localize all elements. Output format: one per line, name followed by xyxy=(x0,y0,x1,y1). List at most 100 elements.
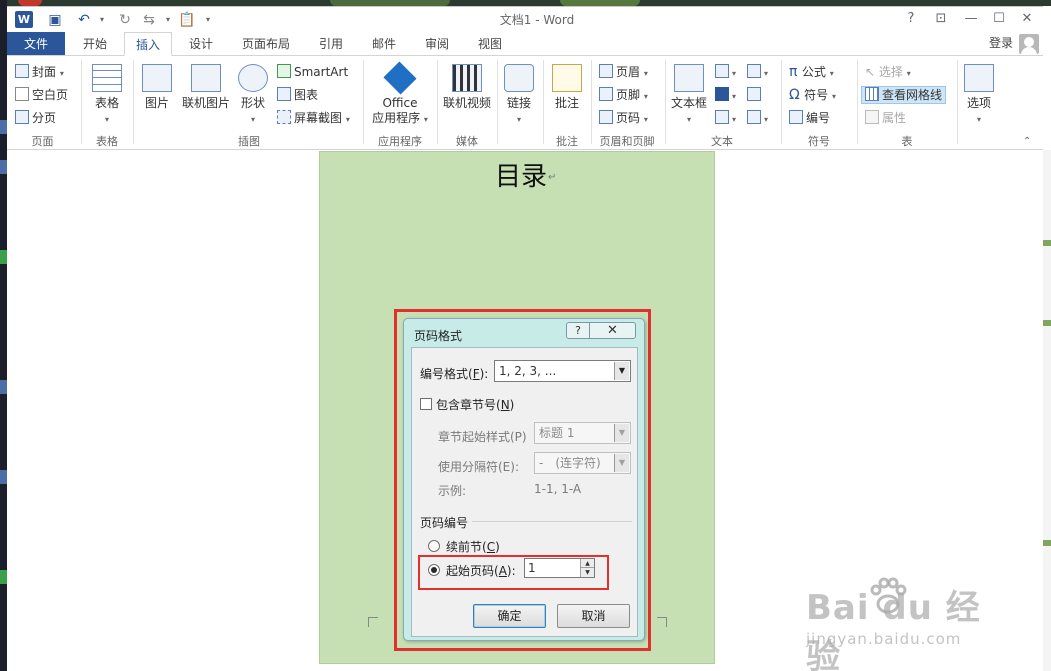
page-number-format-dialog: 页码格式 ? ✕ 编号格式(F): 1, 2, 3, ... ▼ 包含章节号(N… xyxy=(403,318,645,641)
page-break-button[interactable]: 分页 xyxy=(15,110,56,126)
drop-cap-button[interactable]: ▾ xyxy=(715,110,736,128)
desktop-icon xyxy=(0,250,7,264)
table-button[interactable]: 表格 ▾ xyxy=(87,64,127,127)
symbol-button[interactable]: Ω 符号 ▾ xyxy=(789,87,836,105)
include-chapter-label: 包含章节号(N) xyxy=(436,398,515,412)
watermark-main-text: Bai du 经验 xyxy=(806,588,981,671)
smartart-button[interactable]: SmartArt xyxy=(277,64,348,80)
dropdown-arrow-icon[interactable]: ▼ xyxy=(614,362,629,380)
crop-mark xyxy=(368,617,378,627)
minimize-button[interactable]: — xyxy=(957,9,985,29)
object-button[interactable]: ▾ xyxy=(747,110,768,128)
pi-icon: π xyxy=(789,64,802,80)
tab-home[interactable]: 开始 xyxy=(71,32,119,56)
comment-button[interactable]: 批注 xyxy=(547,64,587,111)
shapes-button[interactable]: 形状 ▾ xyxy=(235,64,271,127)
quick-parts-button[interactable]: ▾ xyxy=(715,64,736,82)
screenshot-button[interactable]: 屏幕截图 ▾ xyxy=(277,110,350,128)
collapse-ribbon-icon[interactable]: ⌃ xyxy=(1023,134,1031,150)
wordart-button[interactable]: ▾ xyxy=(715,87,736,105)
quick-parts-icon xyxy=(715,64,729,78)
group-separator xyxy=(437,60,438,144)
group-separator xyxy=(665,60,666,144)
group-separator xyxy=(81,60,82,144)
office-apps-button[interactable]: Office 应用程序 ▾ xyxy=(367,61,433,127)
ribbon-tabs: 文件 开始 插入 设计 页面布局 引用 邮件 审阅 视图 登录 xyxy=(7,32,1043,56)
tab-review[interactable]: 审阅 xyxy=(413,32,461,56)
ok-button[interactable]: 确定 xyxy=(473,604,546,628)
tab-layout[interactable]: 页面布局 xyxy=(233,32,299,56)
tab-view[interactable]: 视图 xyxy=(466,32,514,56)
view-gridlines-button[interactable]: 查看网格线 xyxy=(861,86,947,104)
include-chapter-checkbox[interactable] xyxy=(420,398,432,410)
online-video-icon xyxy=(452,64,482,92)
customize-qat-icon[interactable]: ▾ xyxy=(203,10,213,30)
maximize-button[interactable]: ☐ xyxy=(985,9,1013,29)
blank-page-button[interactable]: 空白页 xyxy=(15,87,68,103)
header-button[interactable]: 页眉 ▾ xyxy=(599,64,648,82)
object-icon xyxy=(747,110,761,124)
undo-dropdown-icon[interactable]: ▾ xyxy=(97,10,107,30)
dropdown-arrow-icon[interactable]: ▼ xyxy=(614,424,629,442)
tab-insert[interactable]: 插入 xyxy=(124,32,172,56)
drop-cap-icon xyxy=(715,110,729,124)
page-number-button[interactable]: 页码 ▾ xyxy=(599,110,648,128)
repeat-icon[interactable]: ⇆ xyxy=(137,10,161,30)
login-link[interactable]: 登录 xyxy=(989,32,1013,54)
desktop-mark xyxy=(1043,240,1051,246)
undo-icon[interactable]: ↶ xyxy=(73,10,95,30)
online-video-button[interactable]: 联机视频 xyxy=(441,64,493,111)
continue-radio[interactable] xyxy=(428,540,440,552)
date-time-button[interactable] xyxy=(747,87,764,103)
separator-select[interactable]: - (连字符) ▼ xyxy=(534,452,631,474)
chapter-style-label: 章节起始样式(P) xyxy=(438,430,527,444)
ribbon-display-button[interactable]: ⊡ xyxy=(927,9,955,29)
group-separator xyxy=(133,60,134,144)
tab-design[interactable]: 设计 xyxy=(177,32,225,56)
word-logo-icon: W xyxy=(15,11,33,28)
chart-button[interactable]: 图表 xyxy=(277,87,318,103)
dropdown-arrow-icon[interactable]: ▼ xyxy=(614,454,629,472)
tab-file[interactable]: 文件 xyxy=(7,32,65,56)
equation-button[interactable]: π 公式 ▾ xyxy=(789,64,834,82)
select-button[interactable]: ↖ 选择 ▾ xyxy=(865,64,911,82)
group-label-table: 表格 xyxy=(96,135,118,148)
blank-page-icon xyxy=(15,87,29,101)
save-icon[interactable]: ▣ xyxy=(45,10,65,30)
cover-page-button[interactable]: 封面 ▾ xyxy=(15,64,64,82)
cancel-button[interactable]: 取消 xyxy=(557,604,630,628)
online-picture-button[interactable]: 联机图片 xyxy=(179,64,233,111)
help-button[interactable]: ? xyxy=(897,9,925,29)
number-format-select[interactable]: 1, 2, 3, ... ▼ xyxy=(494,360,631,382)
group-label-table-tools: 表 xyxy=(901,135,913,148)
dialog-close-button[interactable]: ✕ xyxy=(590,322,636,339)
close-button[interactable]: ✕ xyxy=(1013,9,1041,29)
picture-button[interactable]: 图片 xyxy=(139,64,175,111)
textbox-button[interactable]: 文本框 ▾ xyxy=(667,64,711,127)
signature-line-button[interactable]: ▾ xyxy=(747,64,768,82)
desktop-icon xyxy=(0,160,7,174)
number-format-label: 编号格式(F): xyxy=(420,367,489,381)
tab-references[interactable]: 引用 xyxy=(307,32,355,56)
header-icon xyxy=(599,64,613,78)
repeat-dropdown-icon[interactable]: ▾ xyxy=(163,10,173,30)
window-title: 文档1 - Word xyxy=(499,13,575,27)
properties-icon xyxy=(865,110,879,124)
redo-icon[interactable]: ↻ xyxy=(115,10,135,30)
properties-button[interactable]: 属性 xyxy=(865,110,906,126)
chapter-style-select[interactable]: 标题 1 ▼ xyxy=(534,422,631,444)
document-heading: 目录 xyxy=(495,162,548,192)
numbering-section-label: 页码编号 xyxy=(420,516,469,530)
number-icon xyxy=(789,110,803,124)
group-separator xyxy=(543,60,544,144)
link-button[interactable]: 链接 ▾ xyxy=(501,64,537,127)
options-button[interactable]: 选项 ▾ xyxy=(959,64,999,127)
dialog-help-button[interactable]: ? xyxy=(566,322,590,339)
tab-mailings[interactable]: 邮件 xyxy=(360,32,408,56)
paste-icon[interactable]: 📋 xyxy=(177,10,197,30)
number-button[interactable]: 编号 xyxy=(789,110,830,126)
avatar[interactable] xyxy=(1019,34,1039,54)
footer-button[interactable]: 页脚 ▾ xyxy=(599,87,648,105)
page-break-icon xyxy=(15,110,29,124)
group-label-comments: 批注 xyxy=(556,135,578,148)
